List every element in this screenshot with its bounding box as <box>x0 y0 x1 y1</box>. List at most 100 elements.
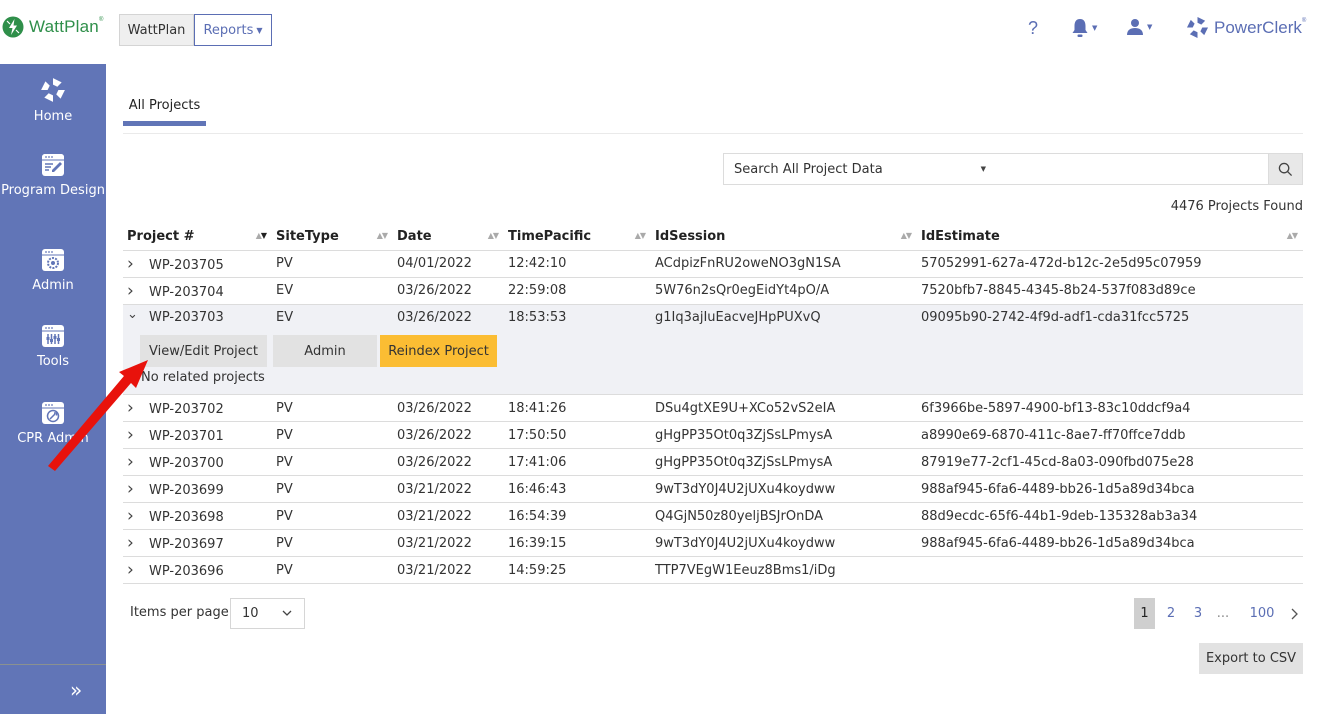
cell-sitetype-value: EV <box>276 310 294 326</box>
search-button[interactable] <box>1268 153 1303 185</box>
column-header-date[interactable]: Date ▲▼ <box>393 223 504 251</box>
notifications-button[interactable]: ▼ <box>1071 18 1097 38</box>
cell-project-value: WP-203705 <box>149 257 224 273</box>
cell-time-value: 16:54:39 <box>508 508 567 524</box>
sidebar-item-label: Tools <box>36 354 70 369</box>
search-input[interactable] <box>996 153 1269 185</box>
cell-time: 16:54:39 <box>504 502 651 530</box>
reindex-project-label: Reindex Project <box>388 343 489 359</box>
cell-project: › WP-203701 <box>123 421 272 449</box>
home-ring-icon <box>41 78 65 102</box>
table-row[interactable]: › WP-203697 PV 03/21/2022 16:39:15 9wT3dY0J4U… <box>123 529 1303 557</box>
search-scope-select[interactable]: Search All Project Data ▼ <box>723 153 997 185</box>
column-header-idsession[interactable]: IdSession ▲▼ <box>651 223 917 251</box>
user-menu-button[interactable]: ▼ <box>1126 18 1152 36</box>
chevron-down-icon <box>282 610 292 616</box>
view-edit-project-button[interactable]: View/Edit Project <box>140 335 267 367</box>
cell-idestimate-value: 09095b90-2742-4f9d-adf1-cda31fcc5725 <box>921 310 1190 326</box>
next-page-button[interactable] <box>1285 598 1303 629</box>
chevron-right-icon[interactable]: › <box>127 254 149 274</box>
cpr-admin-wrench-icon <box>42 402 64 424</box>
chevron-right-icon[interactable]: › <box>127 533 149 553</box>
table-row[interactable]: › WP-203704 EV 03/26/2022 22:59:08 5W76n2sQr0… <box>123 277 1303 305</box>
sidebar-item-tools[interactable]: Tools <box>0 324 106 371</box>
table-row[interactable]: › WP-203700 PV 03/26/2022 17:41:06 gHgPP35Ot0… <box>123 448 1303 476</box>
chevron-right-icon[interactable]: › <box>127 479 149 499</box>
cell-date-value: 03/26/2022 <box>397 310 472 326</box>
column-header-label: IdEstimate <box>921 228 1000 244</box>
sidebar-item-program-design[interactable]: Program Design <box>0 153 106 200</box>
expanded-actions: View/Edit Project Admin Reindex Project No … <box>127 331 1303 394</box>
sort-icon[interactable]: ▲▼ <box>488 231 499 240</box>
cell-time-value: 12:42:10 <box>508 256 567 271</box>
page-3-button[interactable]: 3 <box>1189 598 1207 629</box>
tab-all-projects[interactable]: All Projects <box>123 98 206 126</box>
column-header-timepacific[interactable]: TimePacific ▲▼ <box>504 223 651 251</box>
cell-time-value: 18:41:26 <box>508 400 567 416</box>
cell-time: 12:42:10 <box>504 250 651 278</box>
cell-sitetype: EV <box>272 277 393 305</box>
cell-date: 03/26/2022 <box>393 304 504 331</box>
cell-date-value: 03/26/2022 <box>397 454 472 470</box>
cell-idsession: gHgPP35Ot0q3ZjSsLPmysA <box>651 448 917 476</box>
page-1-button[interactable]: 1 <box>1134 598 1155 629</box>
chevron-right-icon[interactable]: › <box>127 425 149 445</box>
cell-idestimate: 88d9ecdc-65f6-44b1-9deb-135328ab3a34 <box>917 502 1303 530</box>
cell-sitetype: EV <box>272 304 393 331</box>
cell-time: 16:39:15 <box>504 529 651 557</box>
cell-sitetype-value: PV <box>276 508 293 524</box>
table-row[interactable]: › WP-203699 PV 03/21/2022 16:46:43 9wT3dY0J4U… <box>123 475 1303 503</box>
table-row[interactable]: › WP-203696 PV 03/21/2022 14:59:25 TTP7VEgW1E… <box>123 556 1303 584</box>
chevron-right-icon[interactable]: › <box>127 506 149 526</box>
sort-icon[interactable]: ▲▼ <box>377 231 388 240</box>
help-button[interactable]: ? <box>1028 18 1038 39</box>
cell-idsession: TTP7VEgW1Eeuz8Bms1/iDg <box>651 556 917 584</box>
cell-time-value: 17:50:50 <box>508 427 567 443</box>
chevron-right-icon[interactable]: › <box>127 281 149 301</box>
cell-sitetype-value: PV <box>276 535 293 551</box>
sidebar-item-cpr-admin[interactable]: CPR Admin <box>0 401 106 448</box>
cell-date: 04/01/2022 <box>393 250 504 278</box>
cell-date-value: 03/21/2022 <box>397 508 472 524</box>
cell-sitetype-value: PV <box>276 481 293 497</box>
page-100-button[interactable]: 100 <box>1246 598 1278 629</box>
column-header-sitetype[interactable]: SiteType ▲▼ <box>272 223 393 251</box>
sidebar-expand-button[interactable]: » <box>70 678 82 702</box>
page-2-button[interactable]: 2 <box>1162 598 1180 629</box>
sidebar-item-admin[interactable]: Admin <box>0 248 106 295</box>
admin-gear-icon <box>42 249 64 271</box>
cell-project: › WP-203698 <box>123 502 272 530</box>
sidebar-item-home[interactable]: Home <box>0 77 106 126</box>
reindex-project-button[interactable]: Reindex Project <box>380 335 497 367</box>
column-header-project[interactable]: Project # ▲▼ <box>123 223 272 251</box>
chevron-right-icon[interactable]: › <box>127 452 149 472</box>
sort-icon[interactable]: ▲▼ <box>1287 231 1298 240</box>
table-row[interactable]: › WP-203702 PV 03/26/2022 18:41:26 DSu4gtXE9U… <box>123 394 1303 422</box>
cell-date-value: 03/26/2022 <box>397 427 472 443</box>
items-per-page-select[interactable]: 10 <box>230 598 305 629</box>
cell-time-value: 16:39:15 <box>508 535 567 551</box>
cell-project: ⌄ WP-203703 <box>123 304 272 331</box>
sort-icon[interactable]: ▲▼ <box>901 231 912 240</box>
cell-idsession: g1Iq3ajIuEacveJHpPUXvQ <box>651 304 917 331</box>
nav-reports-dropdown[interactable]: Reports ▼ <box>194 14 272 46</box>
expanded-row-cell: View/Edit Project Admin Reindex Project No … <box>123 331 1303 395</box>
admin-button[interactable]: Admin <box>273 335 377 367</box>
chevron-down-icon[interactable]: ⌄ <box>127 307 149 322</box>
chevron-right-icon[interactable]: › <box>127 560 149 580</box>
sort-icon[interactable]: ▲▼ <box>635 231 646 240</box>
table-row[interactable]: ⌄ WP-203703 EV 03/26/2022 18:53:53 g1Iq3ajIuE… <box>123 304 1303 331</box>
cell-idestimate: 57052991-627a-472d-b12c-2e5d95c07959 <box>917 250 1303 278</box>
table-row[interactable]: › WP-203705 PV 04/01/2022 12:42:10 ACdpizFnRU… <box>123 250 1303 278</box>
table-row[interactable]: › WP-203701 PV 03/26/2022 17:50:50 gHgPP35Ot0… <box>123 421 1303 449</box>
cell-idsession: 9wT3dY0J4U2jUXu4koydww <box>651 529 917 557</box>
sort-icon[interactable]: ▲▼ <box>256 231 267 240</box>
nav-wattplan-button[interactable]: WattPlan <box>119 14 194 46</box>
wattplan-logo[interactable]: WattPlan® <box>2 16 104 38</box>
export-csv-button[interactable]: Export to CSV <box>1199 643 1303 674</box>
chevron-right-icon[interactable]: › <box>127 398 149 418</box>
column-header-idestimate[interactable]: IdEstimate ▲▼ <box>917 223 1303 251</box>
table-row[interactable]: › WP-203698 PV 03/21/2022 16:54:39 Q4GjN50z80… <box>123 502 1303 530</box>
cell-sitetype: PV <box>272 556 393 584</box>
column-header-label: Date <box>397 228 432 244</box>
